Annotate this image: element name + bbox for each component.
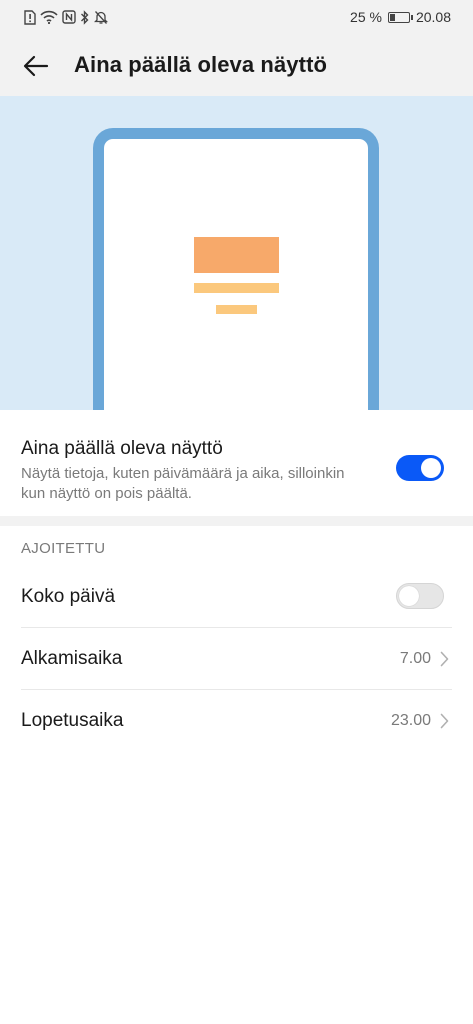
sim-alert-icon xyxy=(24,9,36,25)
illustration-block-medium xyxy=(194,283,279,293)
toggle-knob xyxy=(399,586,419,606)
aod-setting-row[interactable]: Aina päällä oleva näyttö Näytä tietoja, … xyxy=(0,410,473,516)
battery-level xyxy=(389,13,395,21)
phone-frame-illustration xyxy=(93,128,379,410)
end-time-row[interactable]: Lopetusaika 23.00 xyxy=(0,690,473,752)
toggle-knob xyxy=(421,458,441,478)
status-icons xyxy=(24,9,108,25)
illustration-block-large xyxy=(194,237,279,273)
end-time-label: Lopetusaika xyxy=(21,710,124,731)
aod-setting-title: Aina päällä oleva näyttö xyxy=(21,438,223,459)
start-time-label: Alkamisaika xyxy=(21,648,123,669)
chevron-right-icon xyxy=(440,713,449,729)
status-right: 25 % 20.08 xyxy=(350,8,451,26)
battery-percent: 25 % xyxy=(350,9,382,25)
status-bar: 25 % 20.08 xyxy=(0,0,473,34)
aod-toggle[interactable] xyxy=(396,455,444,481)
app-bar: Aina päällä oleva näyttö xyxy=(0,34,473,96)
aod-setting-description: Näytä tietoja, kuten päivämäärä ja aika,… xyxy=(21,465,345,502)
all-day-label: Koko päivä xyxy=(21,586,116,607)
back-button[interactable] xyxy=(16,46,56,86)
arrow-left-icon xyxy=(23,55,49,77)
page-title: Aina päällä oleva näyttö xyxy=(74,52,328,77)
bluetooth-icon xyxy=(80,9,90,25)
nfc-icon xyxy=(62,10,76,24)
illustration-block-small xyxy=(216,305,257,314)
all-day-row[interactable]: Koko päivä xyxy=(0,566,473,628)
aod-illustration xyxy=(0,96,473,410)
wifi-icon xyxy=(40,10,58,24)
schedule-section-header: AJOITETTU xyxy=(21,540,106,557)
end-time-value: 23.00 xyxy=(390,712,431,729)
all-day-toggle[interactable] xyxy=(396,583,444,609)
bell-off-icon xyxy=(94,10,108,25)
section-divider xyxy=(0,516,473,526)
battery-icon xyxy=(387,11,413,23)
start-time-row[interactable]: Alkamisaika 7.00 xyxy=(0,628,473,690)
start-time-value: 7.00 xyxy=(399,650,431,667)
clock: 20.08 xyxy=(415,9,451,25)
chevron-right-icon xyxy=(440,651,449,667)
